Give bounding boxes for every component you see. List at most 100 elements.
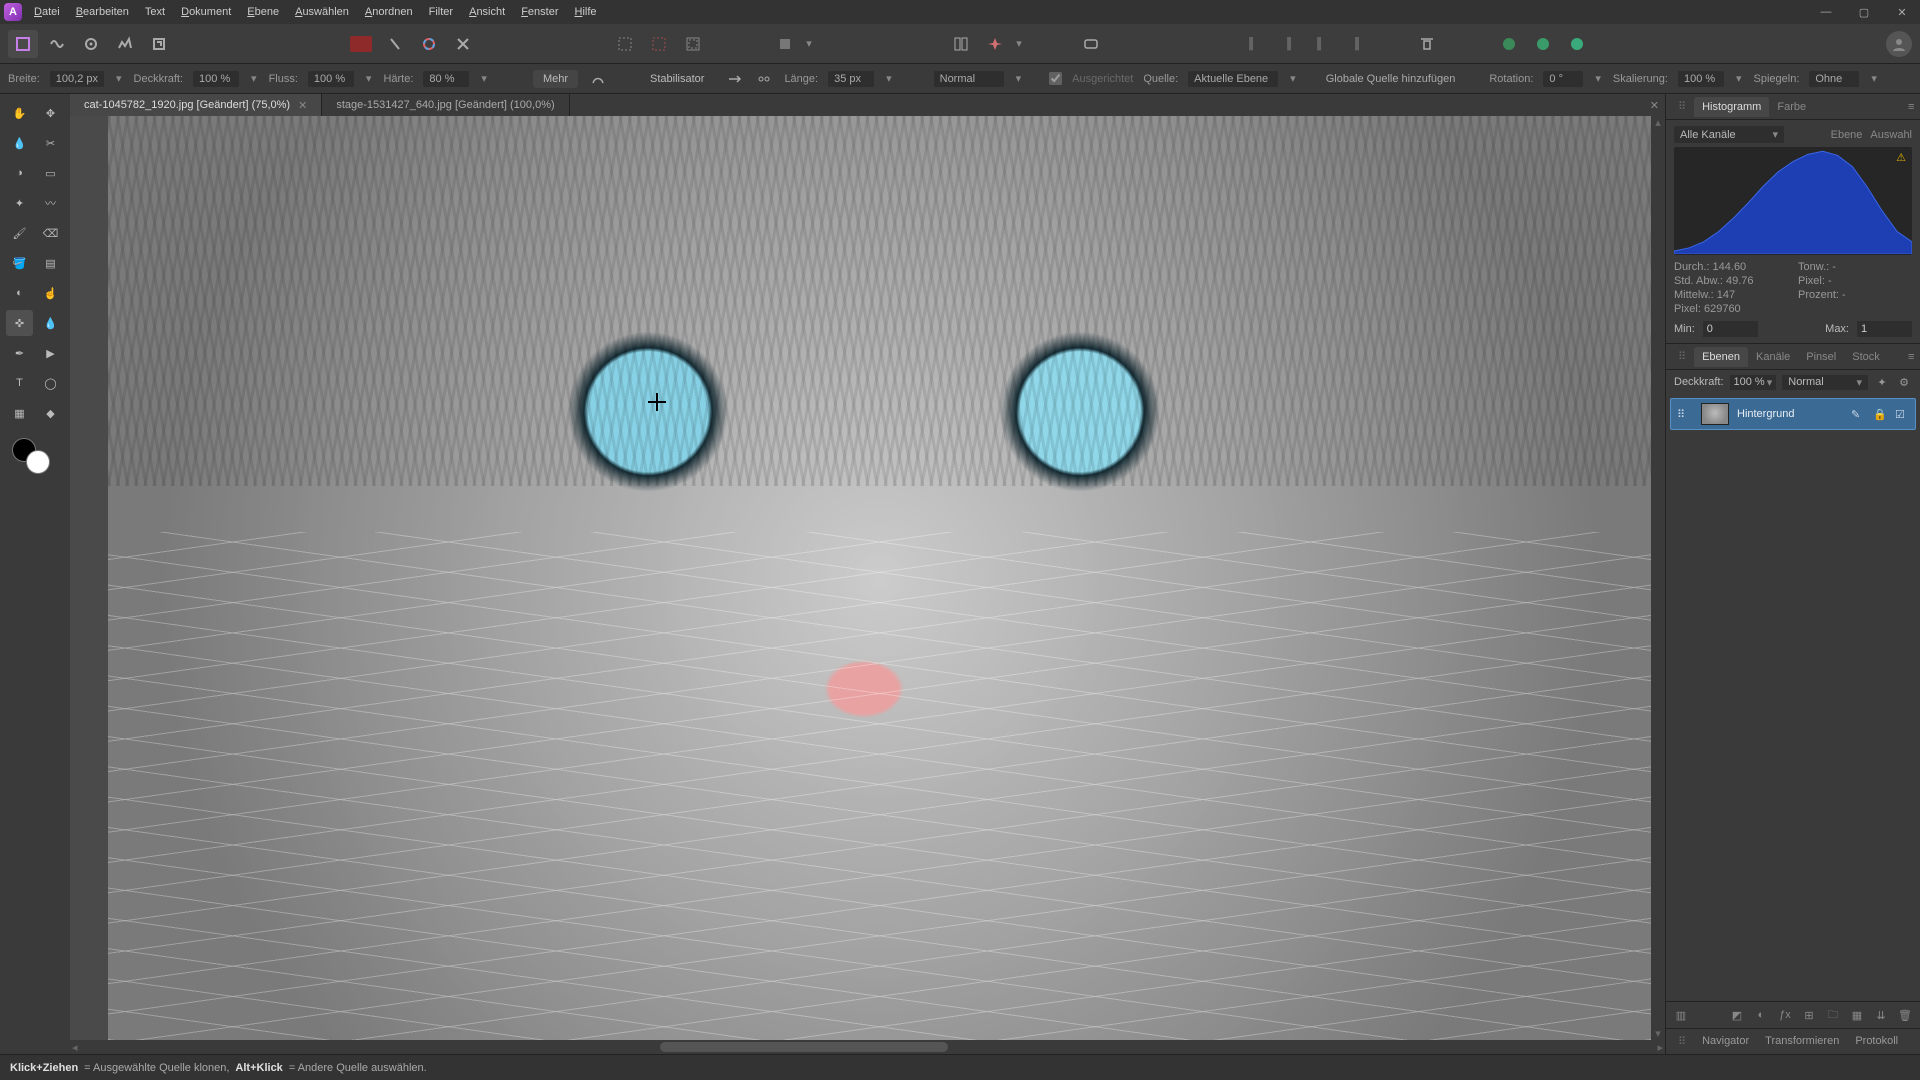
- autolevels-button[interactable]: [380, 30, 410, 58]
- freehand-select-tool[interactable]: 〰: [37, 190, 64, 216]
- window-maximize-button[interactable]: ▢: [1850, 3, 1878, 21]
- grip-icon-3[interactable]: ⠿: [1670, 1031, 1694, 1052]
- layer-row-hintergrund[interactable]: ⠿ Hintergrund ✎ 🔒 ☑: [1670, 398, 1916, 430]
- document-tab-1-close[interactable]: ✕: [298, 99, 307, 112]
- blur-tool[interactable]: 💧: [37, 310, 64, 336]
- layer-edit-icon[interactable]: ✎: [1851, 408, 1865, 421]
- tab-protokoll[interactable]: Protokoll: [1847, 1031, 1906, 1052]
- layer-thumb-size-icon[interactable]: ▥: [1672, 1006, 1690, 1024]
- document-tab-2-close[interactable]: ✕: [1650, 99, 1659, 112]
- hardness-dropdown[interactable]: ▾: [479, 72, 489, 85]
- layer-name[interactable]: Hintergrund: [1737, 408, 1843, 420]
- menu-datei[interactable]: Datei: [34, 6, 60, 18]
- layer-fx-icon[interactable]: ✦: [1874, 374, 1890, 390]
- tab-histogramm[interactable]: Histogramm: [1694, 97, 1769, 117]
- erase-tool[interactable]: ⌫: [37, 220, 64, 246]
- document-tab-1[interactable]: cat-1045782_1920.jpg [Geändert] (75,0%) …: [70, 94, 322, 116]
- menu-fenster[interactable]: Fenster: [521, 6, 558, 18]
- adjustment-layer-icon[interactable]: ◐: [1752, 1006, 1770, 1024]
- source-field[interactable]: Aktuelle Ebene: [1188, 71, 1278, 87]
- live-filter-icon[interactable]: ⊞: [1800, 1006, 1818, 1024]
- rotation-dropdown[interactable]: ▾: [1593, 72, 1603, 85]
- histogram-panel-menu[interactable]: ≡: [1900, 97, 1916, 117]
- global-source-button[interactable]: Globale Quelle hinzufügen: [1326, 73, 1456, 85]
- menu-ebene[interactable]: Ebene: [247, 6, 279, 18]
- layer-thumbnail[interactable]: [1701, 403, 1729, 425]
- crop-tool[interactable]: ✂: [37, 130, 64, 156]
- layer-gear-icon[interactable]: ⚙: [1896, 374, 1912, 390]
- menu-filter[interactable]: Filter: [429, 6, 453, 18]
- flood-select-tool[interactable]: ✦: [6, 190, 33, 216]
- color-wells[interactable]: [6, 436, 64, 476]
- paintbrush-tool[interactable]: 🖌: [6, 220, 33, 246]
- hist-max-input[interactable]: [1857, 321, 1912, 337]
- stock-green3-button[interactable]: [1562, 30, 1592, 58]
- histogram-scope-ebene[interactable]: Ebene: [1831, 129, 1863, 141]
- stabilizer-button[interactable]: Stabilisator: [640, 70, 714, 88]
- document-tab-2[interactable]: stage-1531427_640.jpg [Geändert] (100,0%…: [322, 94, 569, 116]
- persona-tonemap-button[interactable]: [110, 30, 140, 58]
- histogram-channel-select[interactable]: Alle Kanäle ▾: [1674, 126, 1784, 143]
- autowb-button[interactable]: [448, 30, 478, 58]
- persona-develop-button[interactable]: [76, 30, 106, 58]
- move-tool[interactable]: ✥: [37, 100, 64, 126]
- stabilizer-mode-icon[interactable]: [724, 70, 744, 88]
- source-dropdown[interactable]: ▾: [1288, 72, 1298, 85]
- length-field[interactable]: 35 px: [828, 71, 874, 87]
- align-top-button[interactable]: [1412, 30, 1442, 58]
- grip-icon[interactable]: ⠿: [1670, 96, 1694, 117]
- node-tool[interactable]: ▶: [37, 340, 64, 366]
- perspective-tool[interactable]: ◆: [37, 400, 64, 426]
- add-pixel-layer-icon[interactable]: ▦: [1848, 1006, 1866, 1024]
- menu-auswaehlen[interactable]: Auswählen: [295, 6, 349, 18]
- tab-farbe[interactable]: Farbe: [1769, 97, 1814, 117]
- grip-icon-2[interactable]: ⠿: [1670, 346, 1694, 367]
- aligned-checkbox[interactable]: [1049, 72, 1062, 85]
- mesh-tool[interactable]: ▦: [6, 400, 33, 426]
- window-minimize-button[interactable]: —: [1812, 3, 1840, 21]
- more-button[interactable]: Mehr: [533, 70, 578, 88]
- width-dropdown[interactable]: ▾: [114, 72, 124, 85]
- menu-dokument[interactable]: Dokument: [181, 6, 231, 18]
- opacity-field[interactable]: 100 %: [193, 71, 239, 87]
- blendmode-dropdown[interactable]: ▾: [1014, 72, 1024, 85]
- mask-layer-icon[interactable]: ◩: [1728, 1006, 1746, 1024]
- account-avatar-button[interactable]: [1886, 31, 1912, 57]
- fill-tool[interactable]: 🪣: [6, 250, 33, 276]
- flow-dropdown[interactable]: ▾: [364, 72, 374, 85]
- hardness-field[interactable]: 80 %: [423, 71, 469, 87]
- view-tool[interactable]: ✋: [6, 100, 33, 126]
- menu-bearbeiten[interactable]: Bearbeiten: [76, 6, 129, 18]
- clone-tool[interactable]: ✜: [6, 310, 33, 336]
- tab-navigator[interactable]: Navigator: [1694, 1031, 1757, 1052]
- flow-field[interactable]: 100 %: [308, 71, 354, 87]
- width-field[interactable]: 100,2 px: [50, 71, 104, 87]
- text-tool[interactable]: T: [6, 370, 33, 396]
- layer-blend-field[interactable]: Normal▾: [1782, 375, 1868, 390]
- window-close-button[interactable]: ✕: [1888, 3, 1916, 21]
- layer-visibility-icon[interactable]: ⠿: [1677, 408, 1693, 421]
- opacity-dropdown[interactable]: ▾: [249, 72, 259, 85]
- background-color[interactable]: [26, 450, 50, 474]
- assistant-dropdown[interactable]: ▾: [1014, 37, 1024, 50]
- scale-field[interactable]: 100 %: [1678, 71, 1724, 87]
- blendmode-field[interactable]: Normal: [934, 71, 1004, 87]
- menu-hilfe[interactable]: Hilfe: [575, 6, 597, 18]
- autocontrast-button[interactable]: [414, 30, 444, 58]
- tab-stock[interactable]: Stock: [1844, 347, 1888, 367]
- persona-export-button[interactable]: [144, 30, 174, 58]
- horizontal-scrollbar-thumb[interactable]: [660, 1042, 948, 1052]
- colorpicker-tool[interactable]: 💧: [6, 130, 33, 156]
- assistant-button[interactable]: [980, 30, 1010, 58]
- scale-dropdown[interactable]: ▾: [1734, 72, 1744, 85]
- group-layers-icon[interactable]: 🗀: [1824, 1006, 1842, 1024]
- pressure-size-icon[interactable]: [588, 70, 608, 88]
- tab-kanaele[interactable]: Kanäle: [1748, 347, 1798, 367]
- quickmask-button[interactable]: [610, 30, 640, 58]
- tab-transformieren[interactable]: Transformieren: [1757, 1031, 1847, 1052]
- tab-pinsel[interactable]: Pinsel: [1798, 347, 1844, 367]
- histogram-scope-auswahl[interactable]: Auswahl: [1870, 129, 1912, 141]
- layer-lock-icon[interactable]: 🔒: [1873, 408, 1887, 421]
- stabilizer-rope-icon[interactable]: [754, 70, 774, 88]
- layers-panel-menu[interactable]: ≡: [1900, 347, 1916, 367]
